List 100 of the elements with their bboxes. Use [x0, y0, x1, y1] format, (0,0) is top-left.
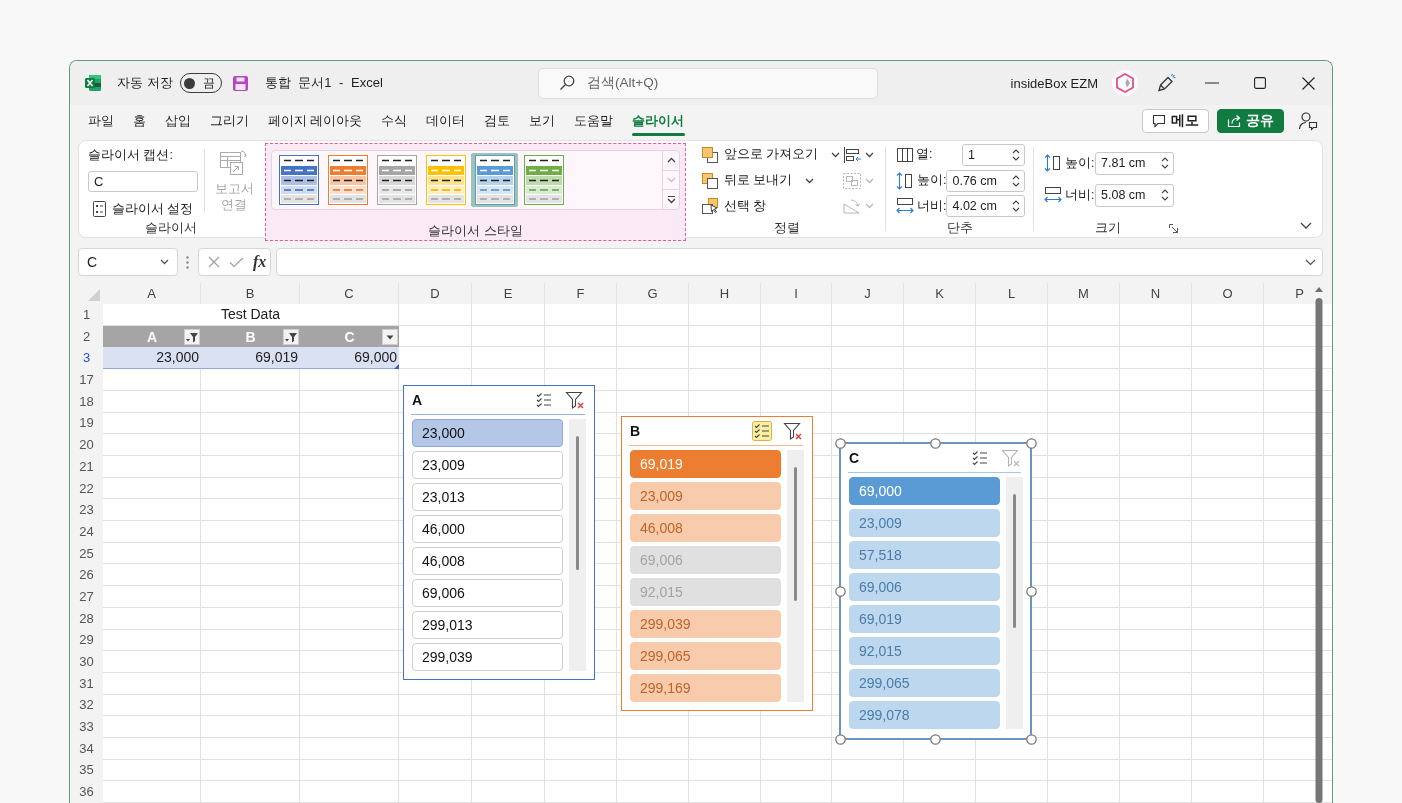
row-header[interactable]: 28: [70, 607, 103, 630]
slicer-item[interactable]: 299,013: [412, 611, 563, 639]
row-header[interactable]: 33: [70, 716, 103, 738]
spin-field[interactable]: 5.08 cm: [1095, 183, 1174, 207]
ribbon-tab[interactable]: 보기: [519, 105, 565, 137]
row-header[interactable]: 2: [70, 325, 103, 348]
person-icon[interactable]: [1298, 111, 1318, 131]
filter-funnel-icon[interactable]: [184, 328, 200, 345]
resize-handle-icon[interactable]: [834, 585, 846, 597]
clear-filter-icon[interactable]: [565, 390, 585, 410]
share-button[interactable]: 공유: [1217, 109, 1284, 133]
slicer-scrollbar[interactable]: [787, 450, 804, 702]
name-box[interactable]: C: [78, 248, 178, 276]
row-header[interactable]: 22: [70, 477, 103, 500]
row-header[interactable]: 34: [70, 737, 103, 760]
comments-button[interactable]: 메모: [1142, 109, 1209, 133]
caret-icon: [805, 177, 815, 184]
row-header[interactable]: 1: [70, 304, 103, 326]
close-icon[interactable]: [1301, 76, 1315, 90]
slicer-item[interactable]: 23,000: [412, 419, 563, 447]
slicer-caption: A: [411, 392, 424, 408]
ribbon-tab[interactable]: 슬라이서: [622, 105, 694, 137]
row-header[interactable]: 31: [70, 672, 103, 695]
field-label: 높이:: [1065, 154, 1095, 172]
resize-handle-icon[interactable]: [834, 437, 846, 449]
dialog-launcher-icon[interactable]: [1169, 223, 1178, 233]
vertical-dots-icon[interactable]: [186, 255, 189, 269]
resize-handle-icon[interactable]: [1025, 585, 1037, 597]
chevron-down-icon[interactable]: [1305, 259, 1316, 265]
slicer-item[interactable]: 46,008: [412, 547, 563, 575]
send-backward-button[interactable]: 뒤로 보내기: [701, 167, 842, 194]
row-header[interactable]: 17: [70, 369, 103, 391]
row-header[interactable]: 36: [70, 781, 103, 803]
slicer-item[interactable]: 299,039: [412, 643, 563, 671]
row-header[interactable]: 24: [70, 520, 103, 543]
row-header[interactable]: 18: [70, 390, 103, 413]
spin-field[interactable]: 4.02 cm: [946, 195, 1025, 218]
pen-icon[interactable]: [1156, 73, 1176, 93]
resize-handle-icon[interactable]: [930, 437, 941, 449]
multi-select-icon[interactable]: [970, 448, 990, 468]
row-header[interactable]: 19: [70, 412, 103, 435]
row-header[interactable]: 30: [70, 651, 103, 673]
spin-field[interactable]: 0.76 cm: [946, 169, 1025, 192]
check-icon[interactable]: [229, 256, 244, 268]
search-field[interactable]: 검색(Alt+Q): [538, 67, 878, 99]
ribbon-tab[interactable]: 그리기: [200, 105, 258, 137]
row-header[interactable]: 27: [70, 585, 103, 608]
row-header[interactable]: 25: [70, 542, 103, 565]
ribbon-tab[interactable]: 파일: [78, 105, 123, 137]
spin-field[interactable]: 1: [962, 143, 1025, 166]
ribbon-tab[interactable]: 페이지 레이아웃: [258, 105, 372, 137]
group-title: 크기: [1095, 219, 1121, 237]
spinner-arrows-icon[interactable]: [1161, 187, 1169, 203]
spin-field[interactable]: 7.81 cm: [1095, 151, 1174, 175]
hexagon-avatar-icon[interactable]: [1112, 70, 1138, 96]
table-resize-handle-icon[interactable]: [394, 364, 399, 370]
slicer-item[interactable]: 46,000: [412, 515, 563, 543]
ribbon-tab[interactable]: 데이터: [416, 105, 475, 137]
row-header[interactable]: 32: [70, 694, 103, 717]
slicer-item[interactable]: 23,009: [412, 451, 563, 479]
row-header[interactable]: 23: [70, 499, 103, 521]
spinner-arrows-icon[interactable]: [1161, 155, 1169, 171]
formula-field[interactable]: [276, 248, 1323, 276]
ribbon-tab[interactable]: 수식: [371, 105, 417, 137]
insert-function-button[interactable]: fx: [253, 253, 267, 271]
selection-pane-button[interactable]: 선택 창: [701, 193, 842, 219]
slicer-scrollbar[interactable]: [569, 419, 586, 671]
multi-select-icon[interactable]: [752, 421, 772, 441]
slicer-scrollbar[interactable]: [1006, 477, 1023, 729]
ribbon-tab[interactable]: 검토: [474, 105, 520, 137]
row-header[interactable]: 35: [70, 759, 103, 782]
clear-filter-icon[interactable]: [783, 421, 803, 441]
caret-icon[interactable]: [160, 259, 169, 265]
slicer-settings-button[interactable]: 슬라이서 설정: [88, 200, 198, 218]
resize-handle-icon[interactable]: [1025, 733, 1037, 745]
row-header[interactable]: 20: [70, 434, 103, 456]
chevron-down-icon[interactable]: [1300, 222, 1312, 229]
multi-select-icon[interactable]: [534, 390, 554, 410]
row-header[interactable]: 26: [70, 564, 103, 586]
slicer-item[interactable]: 23,013: [412, 483, 563, 511]
save-icon[interactable]: [231, 74, 249, 92]
slicer-item[interactable]: 69,006: [412, 579, 563, 607]
resize-handle-icon[interactable]: [930, 733, 941, 745]
resize-handle-icon[interactable]: [1025, 437, 1037, 449]
row-header[interactable]: 21: [70, 455, 103, 478]
ribbon-tab[interactable]: 삽입: [155, 105, 200, 137]
resize-handle-icon[interactable]: [834, 733, 846, 745]
cross-icon[interactable]: [208, 256, 220, 268]
width-arrows-icon: [896, 197, 914, 216]
align-icon: [842, 145, 862, 164]
maximize-icon[interactable]: [1254, 77, 1266, 89]
ribbon-tab[interactable]: 도움말: [564, 105, 623, 137]
bring-forward-button[interactable]: 앞으로 가져오기: [701, 142, 842, 168]
list-settings-icon: [93, 201, 106, 217]
caption-field[interactable]: C: [88, 171, 198, 192]
ribbon-tab[interactable]: 홈: [123, 105, 155, 137]
column-label: C: [344, 328, 355, 345]
row-header[interactable]: 3: [70, 347, 103, 370]
filter-funnel-icon[interactable]: [283, 328, 299, 345]
row-header[interactable]: 29: [70, 629, 103, 651]
